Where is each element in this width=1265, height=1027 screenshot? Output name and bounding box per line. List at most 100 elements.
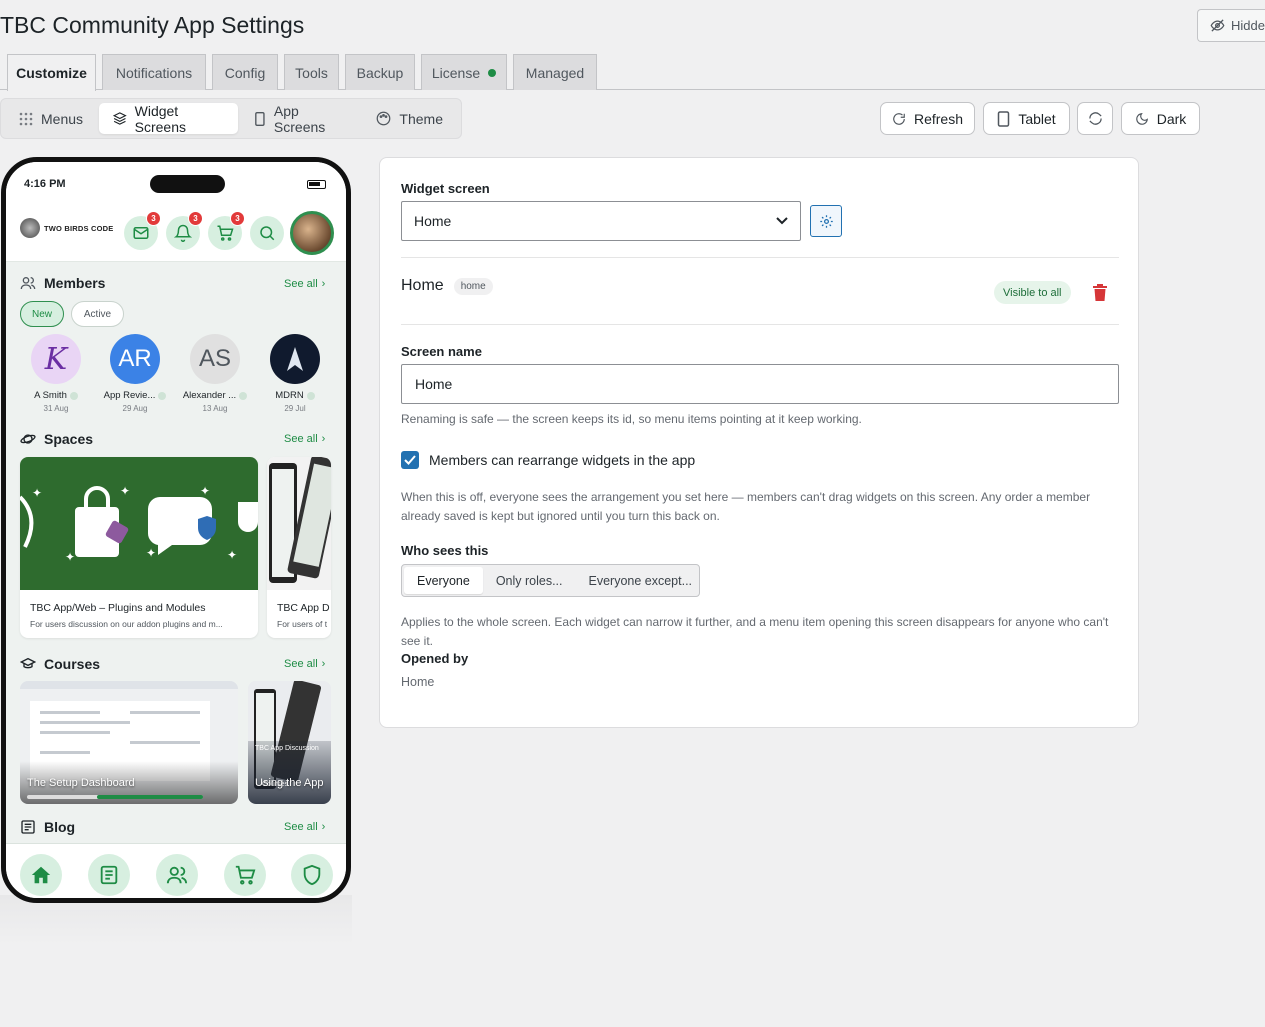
members-see-all[interactable]: See all › [284,278,325,290]
opened-by-value: Home [401,675,435,689]
svg-text:✦: ✦ [120,484,130,498]
mdrn-logo-icon [287,347,303,371]
presence-dot [306,391,315,400]
cart-button[interactable]: 3 [208,211,245,250]
who-sees-control: Everyone Only roles... Everyone except..… [401,564,700,597]
svg-text:✦: ✦ [200,484,210,498]
tab-shop[interactable] [224,854,266,896]
screen-options-button[interactable]: Hidden [1197,9,1265,42]
space-title: TBC App/Web – Plugins and Modules [30,602,206,614]
tab-config[interactable]: Config [212,54,278,90]
refresh-icon [893,112,905,125]
rearrange-label: Members can rearrange widgets in the app [429,452,696,468]
messages-badge: 3 [146,211,161,226]
profile-avatar[interactable] [290,211,334,255]
rearrange-option: Members can rearrange widgets in the app [401,451,695,469]
battery-icon [307,180,326,189]
tab-members[interactable] [156,854,198,896]
page-title: TBC Community App Settings [0,12,305,38]
who-sees-only-roles[interactable]: Only roles... [483,567,576,594]
member-item[interactable]: MDRN 29 Jul [260,334,330,413]
presence-dot [158,391,167,400]
filter-active[interactable]: Active [71,301,124,327]
planet-icon [20,434,36,444]
who-sees-help: Applies to the whole screen. Each widget… [401,615,1109,648]
dark-mode-button[interactable]: Dark [1121,102,1200,135]
member-item[interactable]: AS Alexander ... 13 Aug [180,334,250,413]
device-toggle-button[interactable]: Tablet [983,102,1070,135]
tab-managed[interactable]: Managed [513,54,597,90]
space-subtitle: For users of t [277,619,328,629]
opened-by-label: Opened by [401,651,469,666]
license-status-dot [488,68,497,77]
rotate-button[interactable] [1077,102,1113,135]
space-card[interactable]: ✦ ✦ ✦ ✦ ✦ ✦ TBC App/Web – Plugins and Mo… [20,457,258,638]
space-card[interactable]: TBC App D For users of t [267,457,331,638]
divider [401,257,1119,258]
tab-blog[interactable] [88,854,130,896]
chevron-down-icon [776,217,788,225]
spaces-see-all[interactable]: See all › [284,433,325,445]
notifications-badge: 3 [188,211,203,226]
member-item[interactable]: K A Smith 31 Aug [21,334,91,413]
who-sees-everyone[interactable]: Everyone [404,567,483,594]
phone-icon [255,111,265,126]
widget-screen-panel: Widget screen Home Home home Visible to … [379,157,1139,728]
screen-title: Home [401,277,444,294]
screen-heading: Home home [401,277,493,295]
logo-mark-icon [20,218,40,238]
screen-options-label: Hidden [1231,18,1265,33]
tab-backup[interactable]: Backup [345,54,415,90]
tab-home[interactable] [20,854,62,896]
chevron-right-icon: › [321,821,326,833]
presence-dot [69,391,78,400]
subtab-menus[interactable]: Menus [5,103,97,134]
notifications-button[interactable]: 3 [166,211,203,250]
who-sees-everyone-except[interactable]: Everyone except... [576,567,706,594]
graduation-cap-icon [20,657,36,669]
space-title: TBC App D [277,602,330,614]
screen-settings-button[interactable] [810,205,842,237]
member-avatar: K [31,334,81,384]
blog-see-all[interactable]: See all › [284,821,325,833]
newspaper-icon [21,820,35,834]
screen-name-input[interactable]: Home [401,364,1119,404]
tab-privacy[interactable] [291,854,333,896]
tab-license[interactable]: License [421,54,507,90]
palette-icon [377,111,391,126]
course-card[interactable]: The Setup Dashboard [20,681,238,804]
tab-tools[interactable]: Tools [284,54,339,90]
subtab-widget-screens[interactable]: Widget Screens [99,103,239,135]
app-logo: TWO BIRDS CODE [20,218,113,238]
app-header: TWO BIRDS CODE 3 3 3 [6,204,346,262]
rearrange-checkbox[interactable] [401,451,419,469]
screen-name-label: Screen name [401,344,482,359]
chevron-right-icon: › [321,278,326,290]
phone-notch [150,175,225,193]
tab-customize[interactable]: Customize [7,54,96,91]
phones-screenshot-icon [269,457,331,583]
filter-new[interactable]: New [20,301,64,327]
subtab-app-screens[interactable]: App Screens [240,103,360,135]
svg-text:✦: ✦ [146,546,156,560]
cart-icon [217,225,234,241]
tab-notifications[interactable]: Notifications [102,54,206,90]
course-card[interactable]: TBC App Discussion Courses Using the App [248,681,331,804]
checkmark-icon [404,455,416,465]
svg-text:✦: ✦ [65,550,75,564]
subtabs: Menus Widget Screens App Screens Theme [0,98,462,139]
search-button[interactable] [250,216,284,250]
space-cover-image: ✦ ✦ ✦ ✦ ✦ ✦ [20,457,258,590]
home-icon [31,866,51,884]
space-illustration-icon: ✦ ✦ ✦ ✦ ✦ ✦ [20,484,258,564]
course-title: The Setup Dashboard [27,777,135,789]
presence-dot [239,391,248,400]
courses-see-all[interactable]: See all › [284,658,325,670]
widget-screen-select[interactable]: Home [401,201,801,241]
rearrange-help: When this is off, everyone sees the arra… [401,490,1091,523]
refresh-button[interactable]: Refresh [880,102,975,135]
delete-screen-button[interactable] [1092,284,1108,306]
subtab-theme[interactable]: Theme [362,103,457,134]
messages-button[interactable]: 3 [124,211,161,250]
member-item[interactable]: AR App Revie... 29 Aug [100,334,170,413]
